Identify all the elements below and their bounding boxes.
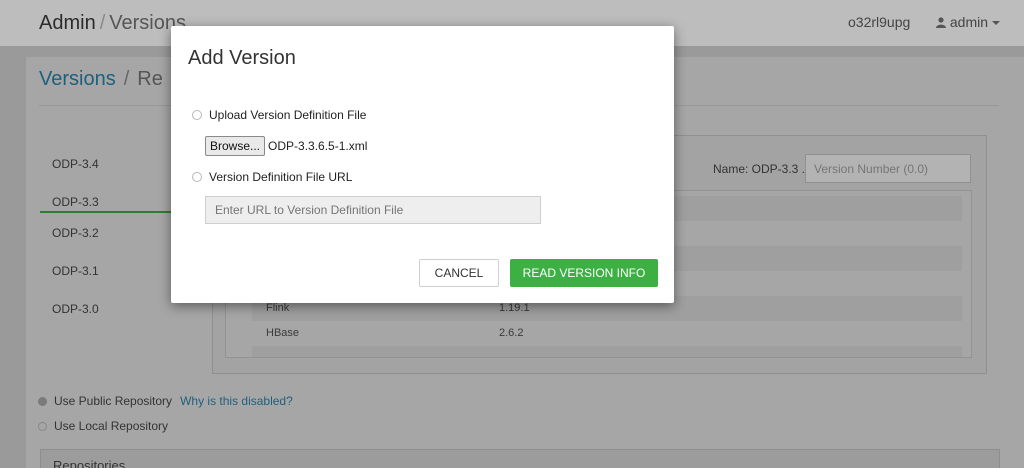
component-name: HBase bbox=[266, 327, 300, 339]
breadcrumb: Admin / Versions bbox=[39, 12, 186, 35]
use-local-repository-option[interactable]: Use Local Repository bbox=[38, 419, 168, 433]
read-version-info-button[interactable]: READ VERSION INFO bbox=[510, 259, 658, 287]
title-separator: / bbox=[123, 68, 130, 90]
radio-url-icon[interactable] bbox=[192, 172, 202, 182]
versions-title-link[interactable]: Versions bbox=[39, 68, 116, 90]
version-item-odp-3-1[interactable]: ODP-3.1 bbox=[52, 264, 99, 278]
caret-down-icon bbox=[991, 21, 1000, 25]
repositories-section-header: Repositories bbox=[40, 449, 1000, 468]
upload-vdf-label: Upload Version Definition File bbox=[209, 108, 367, 122]
cancel-button[interactable]: CANCEL bbox=[419, 259, 499, 287]
dialog-title: Add Version bbox=[188, 47, 296, 69]
stack-row: HBase 2.6.2 bbox=[252, 321, 962, 346]
add-version-dialog: Add Version Upload Version Definition Fi… bbox=[171, 26, 674, 303]
component-version: 2.6.2 bbox=[499, 327, 524, 339]
vdf-url-option[interactable]: Version Definition File URL bbox=[192, 170, 352, 184]
user-menu[interactable]: admin bbox=[936, 14, 1000, 30]
version-name-label: Name: ODP-3.3 . bbox=[713, 162, 806, 176]
stack-row bbox=[252, 346, 962, 357]
local-repository-label: Use Local Repository bbox=[54, 419, 169, 433]
version-item-odp-3-2[interactable]: ODP-3.2 bbox=[52, 226, 99, 240]
file-picker: Browse... ODP-3.3.6.5-1.xml bbox=[205, 136, 367, 156]
breadcrumb-admin[interactable]: Admin bbox=[39, 12, 96, 34]
upload-vdf-option[interactable]: Upload Version Definition File bbox=[192, 108, 366, 122]
public-repository-label: Use Public Repository bbox=[54, 394, 173, 408]
version-item-odp-3-3[interactable]: ODP-3.3 bbox=[52, 195, 99, 209]
component-name: Flink bbox=[266, 302, 290, 314]
component-version: 1.19.1 bbox=[499, 302, 530, 314]
page-title: Versions / Re bbox=[39, 68, 163, 91]
version-number-input[interactable] bbox=[805, 154, 971, 183]
breadcrumb-separator: / bbox=[99, 12, 106, 34]
why-disabled-link[interactable]: Why is this disabled? bbox=[180, 394, 293, 408]
user-name: admin bbox=[949, 14, 989, 30]
user-icon bbox=[936, 17, 946, 28]
radio-selected-icon bbox=[38, 397, 47, 406]
title-rest: Re bbox=[137, 68, 163, 90]
selected-file-name: ODP-3.3.6.5-1.xml bbox=[268, 139, 368, 153]
browse-button[interactable]: Browse... bbox=[205, 136, 266, 156]
radio-upload-icon[interactable] bbox=[192, 110, 202, 120]
version-item-odp-3-4[interactable]: ODP-3.4 bbox=[52, 157, 99, 171]
vdf-url-label: Version Definition File URL bbox=[209, 170, 353, 184]
use-public-repository-option[interactable]: Use Public Repository Why is this disable… bbox=[38, 394, 293, 408]
cluster-name[interactable]: o32rl9upg bbox=[848, 14, 910, 30]
version-item-odp-3-0[interactable]: ODP-3.0 bbox=[52, 302, 99, 316]
repositories-heading: Repositories bbox=[53, 458, 126, 468]
vdf-url-input[interactable] bbox=[205, 196, 541, 224]
radio-unselected-icon bbox=[38, 422, 47, 431]
selected-version-indicator bbox=[40, 211, 175, 213]
